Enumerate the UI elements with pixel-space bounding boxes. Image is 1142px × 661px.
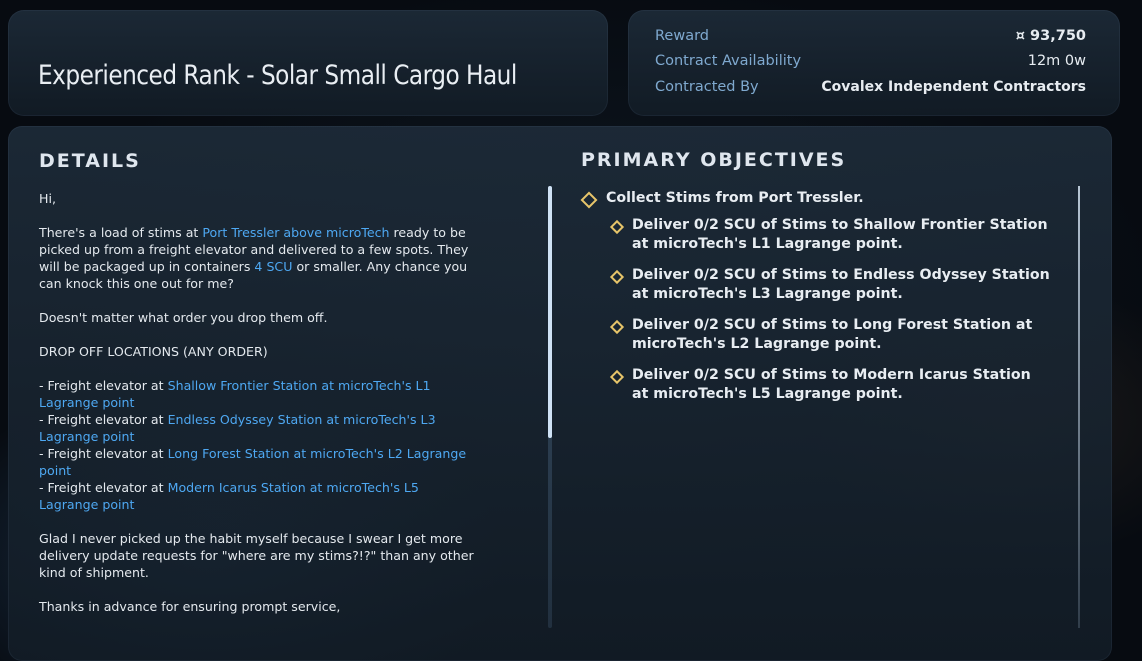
dropoff-list: - Freight elevator at Shallow Frontier S…: [39, 377, 479, 513]
objective-text: Deliver 0/2 SCU of Stims to Long Forest …: [632, 316, 1033, 353]
objective-text: Deliver 0/2 SCU of Stims to Endless Odys…: [632, 266, 1050, 303]
objective-sub: Deliver 0/2 SCU of Stims to Shallow Fron…: [581, 216, 1051, 255]
contract-title: Experienced Rank - Solar Small Cargo Hau…: [38, 60, 517, 91]
objective-diamond-icon: [609, 269, 625, 284]
details-signoff: Thanks in advance for ensuring prompt se…: [39, 599, 341, 614]
availability-label: Contract Availability: [655, 53, 802, 69]
details-heading: DETAILS: [39, 150, 141, 172]
objective-sub: Deliver 0/2 SCU of Stims to Endless Odys…: [581, 266, 1051, 305]
details-paragraph-2: Doesn't matter what order you drop them …: [39, 310, 328, 325]
contract-screen: Experienced Rank - Solar Small Cargo Hau…: [0, 0, 1142, 661]
dropoff-item: - Freight elevator at Endless Odyssey St…: [39, 412, 436, 444]
objectives-scrollbar[interactable]: [1078, 186, 1080, 628]
contracted-by-label: Contracted By: [655, 79, 759, 95]
availability-value: 12m 0w: [1027, 53, 1086, 69]
contract-body-panel: DETAILS Hi, There's a load of stims at P…: [8, 126, 1112, 661]
objective-main: Collect Stims from Port Tressler.: [580, 189, 1051, 209]
objective-diamond-icon: [609, 319, 625, 334]
objective-text: Collect Stims from Port Tressler.: [606, 190, 864, 206]
details-text[interactable]: Hi, There's a load of stims at Port Tres…: [39, 190, 479, 632]
details-paragraph-3: Glad I never picked up the habit myself …: [39, 531, 474, 580]
contract-info-panel: Reward ¤ 93,750 Contract Availability 12…: [628, 10, 1120, 116]
scu-size-link: 4 SCU: [254, 259, 293, 274]
availability-row: Contract Availability 12m 0w: [655, 53, 1086, 75]
objective-sub: Deliver 0/2 SCU of Stims to Long Forest …: [581, 316, 1051, 355]
objective-text: Deliver 0/2 SCU of Stims to Modern Icaru…: [632, 366, 1031, 403]
details-paragraph-1: There's a load of stims at Port Tressler…: [39, 225, 469, 291]
objective-sub: Deliver 0/2 SCU of Stims to Modern Icaru…: [581, 366, 1051, 405]
reward-value: ¤ 93,750: [1015, 28, 1086, 44]
reward-label: Reward: [655, 28, 709, 44]
details-scrollbar-thumb[interactable]: [548, 186, 552, 438]
objectives-list: Collect Stims from Port Tressler. Delive…: [580, 189, 1051, 416]
dropoff-item: - Freight elevator at Long Forest Statio…: [39, 446, 467, 478]
objectives-heading: PRIMARY OBJECTIVES: [581, 149, 847, 171]
objective-text: Deliver 0/2 SCU of Stims to Shallow Fron…: [632, 216, 1048, 253]
dropoff-item: - Freight elevator at Modern Icarus Stat…: [39, 480, 419, 512]
greeting: Hi,: [39, 191, 56, 206]
objective-diamond-icon: [609, 369, 625, 384]
dropoff-item: - Freight elevator at Shallow Frontier S…: [39, 378, 431, 410]
objective-diamond-icon: [609, 219, 625, 234]
port-tressler-link: Port Tressler above microTech: [202, 225, 390, 240]
reward-row: Reward ¤ 93,750: [655, 28, 1086, 50]
dropoff-heading: DROP OFF LOCATIONS (ANY ORDER): [39, 344, 268, 359]
contracted-by-value: Covalex Independent Contractors: [821, 79, 1086, 95]
details-scrollbar[interactable]: [548, 186, 552, 628]
objective-diamond-icon: [580, 191, 598, 209]
title-panel: Experienced Rank - Solar Small Cargo Hau…: [8, 10, 608, 116]
contracted-by-row: Contracted By Covalex Independent Contra…: [655, 79, 1086, 101]
